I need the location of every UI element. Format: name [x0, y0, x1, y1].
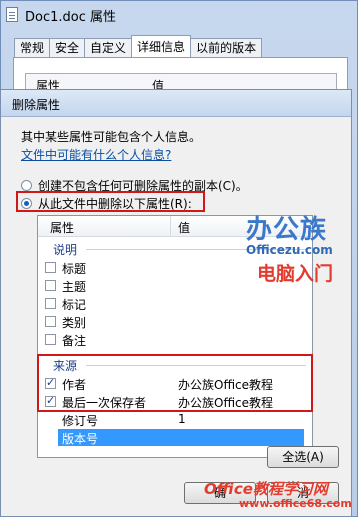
- privacy-info-link[interactable]: 文件中可能有什么个人信息?: [21, 146, 171, 163]
- list-item[interactable]: 标记: [38, 295, 312, 312]
- checkbox[interactable]: [45, 298, 56, 309]
- list-item-selected[interactable]: 版本号: [58, 429, 304, 446]
- list-col-value: 值: [178, 221, 191, 235]
- tab-details[interactable]: 详细信息: [131, 35, 192, 57]
- checkbox[interactable]: [45, 334, 56, 345]
- checkbox[interactable]: [45, 316, 56, 327]
- radio-create-copy[interactable]: [21, 180, 32, 191]
- watermark-footer: Office教程学习网: [204, 480, 328, 498]
- remove-properties-dialog: 删除属性 其中某些属性可能包含个人信息。 文件中可能有什么个人信息? 创建不包含…: [0, 89, 352, 517]
- column-divider: [170, 216, 171, 236]
- watermark-brand: 办公族: [246, 215, 328, 245]
- checkbox[interactable]: [45, 280, 56, 291]
- tab-previous-versions[interactable]: 以前的版本: [190, 38, 263, 57]
- property-name: 主题: [62, 280, 87, 294]
- tab-security[interactable]: 安全: [49, 38, 86, 57]
- highlight-remove-option: [16, 191, 205, 212]
- property-name: 版本号: [62, 432, 99, 446]
- property-name: 备注: [62, 334, 87, 348]
- property-name: 类别: [62, 316, 87, 330]
- watermark-footer-url: www.office68.com: [239, 497, 352, 510]
- dialog-titlebar: 删除属性: [1, 90, 351, 117]
- tab-custom[interactable]: 自定义: [84, 38, 133, 57]
- property-name: 标题: [62, 262, 87, 276]
- tab-strip: 常规 安全 自定义 详细信息 以前的版本: [14, 35, 263, 58]
- tab-general[interactable]: 常规: [14, 38, 51, 57]
- dialog-title: 删除属性: [12, 98, 61, 112]
- list-item[interactable]: 修订号 1: [38, 411, 312, 428]
- watermark-domain: Officezu.com: [246, 243, 333, 257]
- checkbox[interactable]: [45, 262, 56, 273]
- window-title: Doc1.doc 属性: [25, 10, 117, 25]
- list-item[interactable]: 类别: [38, 313, 312, 330]
- document-icon: [6, 7, 18, 22]
- group-description-label: 说明: [53, 243, 78, 257]
- intro-text: 其中某些属性可能包含个人信息。: [21, 130, 202, 144]
- property-name: 修订号: [62, 414, 99, 428]
- list-col-property: 属性: [50, 221, 75, 235]
- watermark-slogan: 电脑入门: [257, 263, 334, 285]
- highlight-origin-group: [37, 354, 313, 412]
- list-item[interactable]: 备注: [38, 331, 312, 348]
- select-all-button[interactable]: 全选(A): [267, 446, 339, 468]
- property-value: 1: [178, 412, 186, 426]
- property-name: 标记: [62, 298, 87, 312]
